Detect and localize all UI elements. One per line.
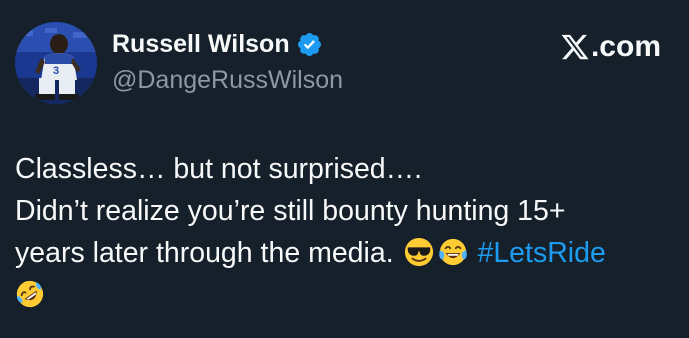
rolling-on-the-floor-laughing-icon bbox=[15, 279, 45, 309]
author-name-row: Russell Wilson bbox=[112, 30, 323, 59]
hashtag-link[interactable]: #LetsRide bbox=[477, 237, 605, 269]
author-display-name[interactable]: Russell Wilson bbox=[112, 30, 290, 59]
x-logo-icon bbox=[560, 32, 590, 62]
avatar[interactable]: 3 bbox=[15, 22, 97, 104]
tweet-line-4 bbox=[15, 274, 675, 316]
verified-badge-icon bbox=[296, 31, 323, 58]
tweet-line-3-text: years later through the media. bbox=[15, 237, 394, 269]
brand-watermark: .com bbox=[560, 30, 661, 64]
author-handle[interactable]: @DangeRussWilson bbox=[112, 66, 343, 95]
tweet-text: Classless… but not surprised…. Didn’t re… bbox=[15, 148, 675, 316]
svg-text:3: 3 bbox=[53, 65, 59, 77]
profile-photo-icon: 3 bbox=[15, 22, 97, 104]
tweet-line-1: Classless… but not surprised…. bbox=[15, 153, 423, 185]
smiling-face-with-sunglasses-icon bbox=[404, 237, 434, 267]
brand-domain-text: .com bbox=[590, 30, 661, 63]
tweet-line-3: years later through the media. #LetsRide bbox=[15, 232, 675, 274]
face-with-tears-of-joy-icon bbox=[438, 237, 468, 267]
tweet-card: 3 Russell Wilson @DangeRussWilson .com C… bbox=[0, 0, 689, 338]
tweet-line-2: Didn’t realize you’re still bounty hunti… bbox=[15, 195, 566, 227]
